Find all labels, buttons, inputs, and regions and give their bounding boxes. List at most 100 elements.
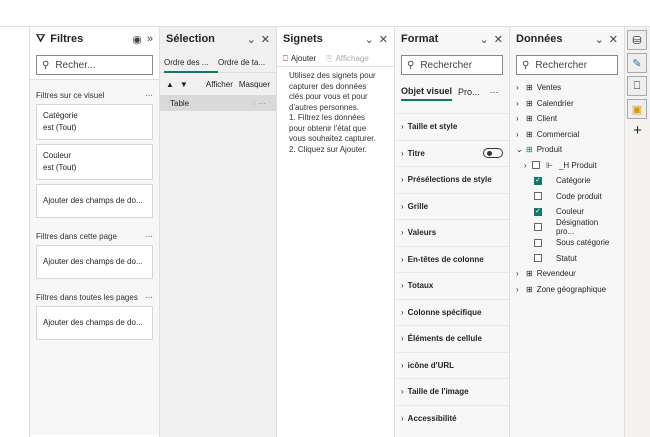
- chevron-right-icon: ›: [516, 83, 519, 93]
- search-placeholder: Recher...: [55, 59, 96, 71]
- checkbox[interactable]: [534, 192, 542, 201]
- section-label: En-têtes de colonne: [407, 254, 484, 264]
- field-item[interactable]: ✓ Couleur: [516, 204, 618, 220]
- field-item[interactable]: Désignation pro...: [516, 218, 618, 236]
- table-label: Zone géographique: [536, 284, 607, 294]
- add-bookmark-button[interactable]: Ajouter: [291, 54, 316, 63]
- checkbox[interactable]: [534, 223, 542, 232]
- format-section[interactable]: › Grille: [395, 192, 509, 220]
- section-label: Valeurs: [407, 228, 437, 238]
- hide-button[interactable]: Masquer: [239, 80, 270, 89]
- tab-tab-order[interactable]: Ordre de ta...: [218, 51, 272, 73]
- add-pane-icon[interactable]: +: [625, 122, 650, 139]
- bookmarks-pane-icon[interactable]: ⎕: [627, 76, 647, 96]
- table-item[interactable]: › ⊞ Revendeur: [516, 266, 618, 282]
- table-item-expanded[interactable]: ⌄ ⊞ Produit: [516, 142, 618, 158]
- filter-state: est (Tout): [43, 123, 77, 132]
- chevron-right-icon: ›: [401, 254, 404, 264]
- chevron-right-icon: ›: [516, 114, 519, 124]
- format-search[interactable]: ⚲ Rechercher: [401, 55, 503, 75]
- close-icon[interactable]: ✕: [261, 33, 270, 46]
- checkbox[interactable]: [532, 161, 540, 170]
- format-section[interactable]: › Totaux: [395, 272, 509, 299]
- table-icon: ⊞: [526, 145, 533, 155]
- report-canvas[interactable]: [0, 27, 30, 437]
- add-fields-well[interactable]: Ajouter des champs de do...: [36, 184, 153, 218]
- close-icon[interactable]: ✕: [379, 33, 388, 46]
- close-icon[interactable]: ✕: [609, 33, 618, 46]
- filter-card[interactable]: Catégorie est (Tout): [36, 104, 153, 140]
- field-item[interactable]: Sous catégorie: [516, 235, 618, 251]
- tab-general[interactable]: Pro...: [458, 87, 480, 97]
- add-fields-label: Ajouter des champs de do...: [43, 318, 143, 327]
- format-section[interactable]: › Colonne spécifique: [395, 298, 509, 326]
- format-section[interactable]: › Présélections de style: [395, 166, 509, 193]
- chevron-down-icon: ⌄: [516, 145, 523, 155]
- format-section[interactable]: › Titre: [395, 139, 509, 167]
- field-item[interactable]: Statut: [516, 251, 618, 267]
- section-label: Taille de l'image: [407, 387, 469, 397]
- eye-icon[interactable]: ◉: [132, 33, 142, 46]
- selection-item[interactable]: Table ◌ ···: [160, 95, 276, 111]
- view-button[interactable]: Affichage: [336, 54, 369, 63]
- visibility-icon[interactable]: ◌ ···: [251, 99, 266, 108]
- more-icon[interactable]: ···: [490, 87, 499, 97]
- title-toggle[interactable]: [483, 148, 503, 159]
- filter-card[interactable]: Couleur est (Tout): [36, 144, 153, 180]
- chevron-down-icon[interactable]: ⌄: [365, 33, 374, 46]
- filter-field: Catégorie: [43, 111, 78, 120]
- move-down-icon[interactable]: ▼: [180, 80, 188, 89]
- tab-visual[interactable]: Objet visuel: [401, 83, 453, 101]
- table-label: Commercial: [536, 129, 580, 139]
- table-label: Calendrier: [536, 98, 574, 108]
- data-search[interactable]: ⚲ Rechercher: [516, 55, 618, 75]
- bookmark-icon: ⎕: [283, 53, 288, 63]
- show-button[interactable]: Afficher: [206, 80, 233, 89]
- checkbox[interactable]: [534, 254, 542, 263]
- section-label: Filtres sur ce visuel: [36, 91, 105, 100]
- format-section[interactable]: › Valeurs: [395, 219, 509, 246]
- checkbox[interactable]: ✓: [534, 176, 542, 185]
- table-item[interactable]: › ⊞ Zone géographique: [516, 282, 618, 298]
- top-bar: [0, 0, 650, 27]
- table-label: Produit: [536, 145, 563, 155]
- close-icon[interactable]: ✕: [494, 33, 503, 46]
- format-pane-icon[interactable]: ✎: [627, 53, 647, 73]
- chevron-right-icon: ›: [401, 228, 404, 238]
- more-icon[interactable]: ···: [145, 91, 153, 100]
- view-icon: ⎘: [326, 53, 333, 63]
- tab-layer-order[interactable]: Ordre des ...: [164, 51, 218, 73]
- hierarchy-item[interactable]: › ⊩ _H Produit: [516, 158, 618, 174]
- table-item[interactable]: › ⊞ Ventes: [516, 80, 618, 96]
- format-section[interactable]: › Accessibilité: [395, 404, 509, 432]
- more-icon[interactable]: ···: [145, 232, 153, 241]
- field-item[interactable]: Code produit: [516, 189, 618, 205]
- field-item[interactable]: ✓ Catégorie: [516, 173, 618, 189]
- chevron-right-icon: ›: [516, 129, 519, 139]
- collapse-icon[interactable]: »: [147, 33, 153, 45]
- format-section[interactable]: › Taille de l'image: [395, 378, 509, 405]
- format-section[interactable]: › Taille et style: [395, 113, 509, 140]
- format-section[interactable]: › icône d'URL: [395, 351, 509, 379]
- chevron-down-icon[interactable]: ⌄: [480, 33, 489, 46]
- add-fields-well[interactable]: Ajouter des champs de do...: [36, 306, 153, 340]
- checkbox[interactable]: [534, 238, 542, 247]
- filters-search[interactable]: ⚲ Recher...: [36, 55, 153, 75]
- format-section[interactable]: › Éléments de cellule: [395, 325, 509, 352]
- checkbox[interactable]: ✓: [534, 207, 542, 216]
- selection-pane-icon[interactable]: ▣: [627, 99, 647, 119]
- format-section[interactable]: › En-têtes de colonne: [395, 245, 509, 273]
- more-icon[interactable]: ···: [145, 293, 153, 302]
- table-item[interactable]: › ⊞ Commercial: [516, 127, 618, 143]
- move-up-icon[interactable]: ▲: [166, 80, 174, 89]
- chevron-right-icon: ›: [401, 281, 404, 291]
- table-item[interactable]: › ⊞ Calendrier: [516, 96, 618, 112]
- add-fields-well[interactable]: Ajouter des champs de do...: [36, 245, 153, 279]
- table-item[interactable]: › ⊞ Client: [516, 111, 618, 127]
- chevron-down-icon[interactable]: ⌄: [595, 33, 604, 46]
- data-pane-icon[interactable]: ⛁: [627, 30, 647, 50]
- search-placeholder: Rechercher: [535, 59, 588, 71]
- chevron-down-icon[interactable]: ⌄: [247, 33, 256, 46]
- chevron-right-icon: ›: [401, 413, 404, 423]
- chevron-right-icon: ›: [401, 148, 404, 158]
